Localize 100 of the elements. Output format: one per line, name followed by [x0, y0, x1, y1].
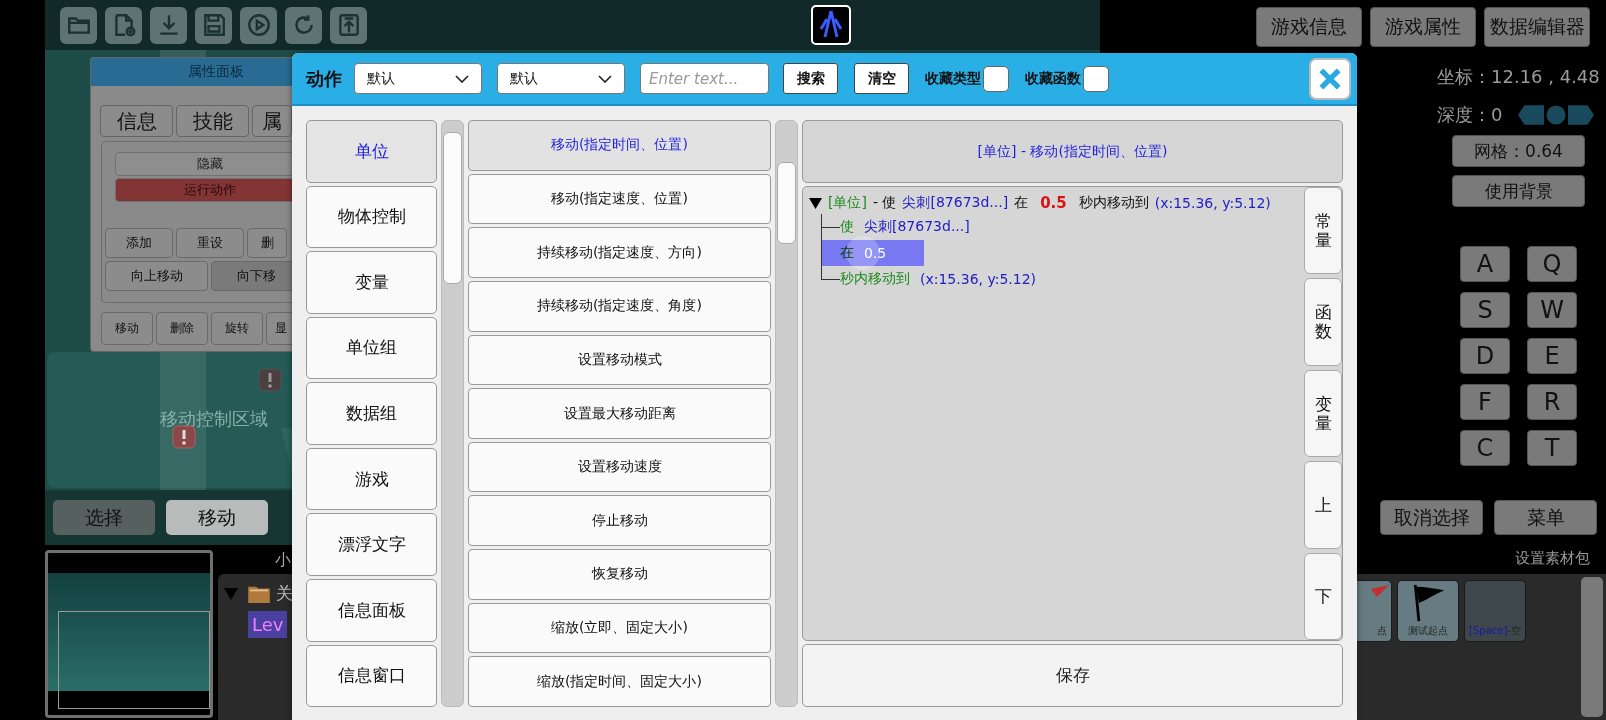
key-button[interactable]: D — [1460, 338, 1510, 374]
action-item[interactable]: 设置移动模式 — [468, 334, 771, 386]
key-button[interactable]: E — [1527, 338, 1577, 374]
side-tab[interactable]: 常量 — [1304, 187, 1342, 275]
checkbox-label: 收藏类型 — [925, 69, 981, 88]
statement-part: - 使 — [872, 194, 897, 212]
action-item[interactable]: 移动(指定时间、位置) — [468, 120, 771, 171]
side-tab[interactable]: 函数 — [1304, 278, 1342, 366]
action-item[interactable]: 设置移动速度 — [468, 441, 771, 493]
panel-button[interactable]: 删除 — [156, 312, 208, 345]
panel-button[interactable]: 向下移 — [211, 261, 292, 291]
category-item[interactable]: 单位 — [306, 120, 437, 183]
search-field[interactable]: Enter text... — [640, 63, 769, 94]
tile-label: 测试起点 — [1408, 624, 1448, 638]
character-thumbnail-icon[interactable] — [811, 4, 851, 46]
menu-button[interactable]: 游戏属性 — [1370, 7, 1476, 47]
scrollbar[interactable] — [1581, 577, 1603, 717]
action-item[interactable]: 持续移动(指定速度、角度) — [468, 280, 771, 332]
panel-tab[interactable]: 技能 — [176, 105, 250, 137]
scrollbar[interactable] — [441, 120, 464, 707]
menu-button[interactable]: 数据编辑器 — [1484, 7, 1590, 47]
side-tab[interactable]: 变量 — [1304, 369, 1342, 458]
parameter-row[interactable]: 使 尖刺[87673d...] — [840, 214, 970, 240]
key-button[interactable]: F — [1460, 384, 1510, 420]
coordinates-text: 坐标：12.16 , 4.48 — [1437, 65, 1601, 89]
warning-icon — [172, 425, 196, 449]
tile-label: 点 — [1377, 624, 1387, 638]
action-item[interactable]: 停止移动 — [468, 495, 771, 547]
action-button[interactable]: 菜单 — [1494, 500, 1597, 535]
grid-button[interactable]: 网格：0.64 — [1452, 135, 1585, 167]
upload-button[interactable] — [330, 6, 367, 44]
zone-label: 移动控制区域 — [160, 407, 268, 431]
scrollbar[interactable] — [775, 120, 798, 707]
panel-button[interactable]: 旋转 — [211, 312, 263, 345]
save-button[interactable] — [195, 6, 232, 44]
asset-tile[interactable]: 测试起点 — [1397, 580, 1459, 642]
play-button[interactable] — [240, 6, 277, 44]
panel-tab[interactable]: 属 — [252, 105, 292, 137]
panel-button[interactable]: 向上移动 — [105, 261, 208, 291]
action-item[interactable]: 缩放(指定时间、固定大小) — [468, 656, 771, 708]
favorite-checkbox[interactable] — [1083, 65, 1109, 92]
category-item[interactable]: 变量 — [306, 251, 437, 314]
favorite-checkbox[interactable] — [983, 65, 1009, 92]
key-button[interactable]: C — [1460, 430, 1510, 466]
save-button[interactable]: 保存 — [802, 644, 1343, 707]
depth-reset-icon[interactable] — [1546, 105, 1567, 125]
asset-pack-link[interactable]: 设置素材包 — [1515, 549, 1590, 568]
folder-button[interactable] — [60, 6, 97, 44]
folder-label[interactable]: 关 — [276, 582, 293, 605]
category-item[interactable]: 信息面板 — [306, 578, 437, 642]
key-button[interactable]: R — [1527, 384, 1577, 420]
depth-up-icon[interactable] — [1568, 105, 1595, 125]
mode-button[interactable]: 移动 — [166, 500, 268, 535]
dialog-title: 动作 — [306, 66, 343, 91]
new-file-button[interactable] — [105, 6, 142, 44]
category-item[interactable]: 漂浮文字 — [306, 513, 437, 576]
chevron-down-icon — [598, 74, 612, 83]
download-button[interactable] — [150, 6, 187, 44]
side-tab[interactable]: 上 — [1304, 461, 1342, 549]
action-item[interactable]: 持续移动(指定速度、方向) — [468, 227, 771, 278]
category-item[interactable]: 物体控制 — [306, 185, 437, 249]
header-button[interactable]: 清空 — [854, 63, 909, 94]
action-item[interactable]: 恢复移动 — [468, 549, 771, 600]
mode-button[interactable]: 选择 — [53, 500, 155, 535]
panel-button[interactable]: 显 — [266, 312, 292, 345]
key-button[interactable]: S — [1460, 292, 1510, 328]
action-item[interactable]: 移动(指定速度、位置) — [468, 173, 771, 225]
key-button[interactable]: Q — [1527, 246, 1577, 282]
key-button[interactable]: W — [1527, 292, 1577, 328]
action-item[interactable]: 设置最大移动距离 — [468, 388, 771, 439]
panel-button[interactable]: 删 — [247, 228, 287, 258]
level-tag[interactable]: Lev — [248, 611, 288, 638]
category-item[interactable]: 游戏 — [306, 447, 437, 511]
menu-button[interactable]: 游戏信息 — [1256, 7, 1362, 47]
action-item[interactable]: 缩放(立即、固定大小) — [468, 602, 771, 654]
category-item[interactable]: 单位组 — [306, 316, 437, 380]
parameter-row[interactable]: 秒内移动到 (x:15.36, y:5.12) — [840, 266, 1037, 292]
expand-caret-icon[interactable] — [809, 196, 822, 210]
background-button[interactable]: 使用背景 — [1452, 175, 1585, 207]
close-button[interactable] — [1309, 57, 1351, 100]
panel-action-button[interactable]: 隐藏 — [115, 152, 292, 176]
category-item[interactable]: 数据组 — [306, 382, 437, 445]
refresh-button[interactable] — [285, 6, 322, 44]
action-button[interactable]: 取消选择 — [1380, 500, 1483, 535]
panel-tab[interactable]: 信息 — [100, 105, 174, 137]
panel-button[interactable]: 移动 — [101, 312, 153, 345]
flag-icon — [1371, 585, 1389, 597]
depth-down-icon[interactable] — [1518, 105, 1545, 125]
header-button[interactable]: 搜索 — [783, 63, 838, 94]
category-item[interactable]: 信息窗口 — [306, 644, 437, 708]
filter-dropdown[interactable]: 默认 — [497, 63, 625, 94]
side-tab[interactable]: 下 — [1304, 552, 1342, 641]
panel-button[interactable]: 添加 — [105, 228, 173, 258]
checkbox-label: 收藏函数 — [1025, 69, 1081, 88]
panel-button[interactable]: 重设 — [176, 228, 244, 258]
key-button[interactable]: A — [1460, 246, 1510, 282]
play-icon — [245, 12, 272, 38]
selected-action-title: [单位] - 移动(指定时间、位置) — [802, 120, 1343, 183]
key-button[interactable]: T — [1527, 430, 1577, 466]
filter-dropdown[interactable]: 默认 — [354, 63, 482, 94]
